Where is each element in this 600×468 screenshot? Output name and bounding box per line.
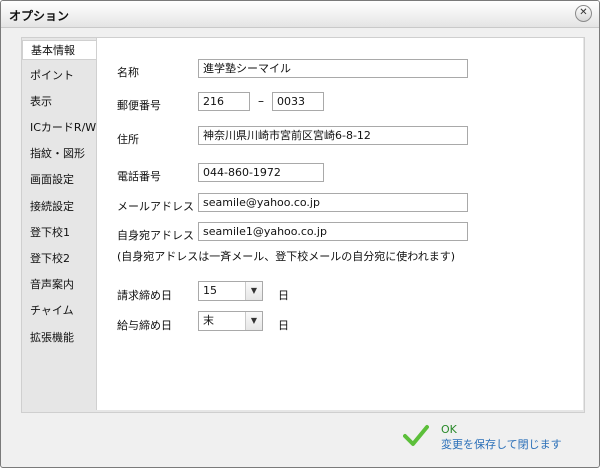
sidebar-item-attendance-1[interactable]: 登下校1 [22,223,96,243]
sidebar-item-connection-settings[interactable]: 接続設定 [22,197,96,217]
self-mail-field[interactable]: seamile1@yahoo.co.jp [198,222,468,241]
check-icon [403,425,429,446]
basic-info-content: 名称 進学塾シーマイル 郵便番号 216 – 0033 住所 神奈川県川崎市宮前… [96,38,583,410]
name-label: 名称 [117,66,139,79]
ok-button[interactable]: OK 変更を保存して閉じます [401,421,581,457]
salary-close-select[interactable]: 末 ▼ [198,311,263,331]
sidebar-item-chime[interactable]: チャイム [22,301,96,321]
chevron-down-icon: ▼ [245,312,262,330]
sidebar-item-display[interactable]: 表示 [22,92,96,112]
ok-sublabel: 変更を保存して閉じます [441,438,562,451]
mail-label: メールアドレス [117,200,194,213]
billing-close-value: 15 [203,284,217,297]
sidebar-item-screen-settings[interactable]: 画面設定 [22,170,96,190]
address-field[interactable]: 神奈川県川崎市宮前区宮崎6-8-12 [198,126,468,145]
window-title: オプション [9,9,70,23]
self-mail-note: (自身宛アドレスは一斉メール、登下校メールの自分宛に使われます) [117,250,456,263]
salary-close-unit: 日 [278,319,289,332]
sidebar-item-attendance-2[interactable]: 登下校2 [22,249,96,269]
postal-label: 郵便番号 [117,99,161,112]
postal-code-1-field[interactable]: 216 [198,92,250,111]
billing-close-unit: 日 [278,289,289,302]
sidebar-item-ic-card[interactable]: ICカードR/W [22,118,96,138]
phone-label: 電話番号 [117,170,161,183]
self-mail-label: 自身宛アドレス [117,229,194,242]
title-bar: オプション ✕ [1,1,599,28]
address-label: 住所 [117,133,139,146]
options-window: オプション ✕ 基本情報 ポイント 表示 ICカードR/W 指紋・図形 画面設定… [0,0,600,468]
chevron-down-icon: ▼ [245,282,262,300]
sidebar-item-extensions[interactable]: 拡張機能 [22,328,96,348]
postal-dash: – [258,94,264,108]
name-field[interactable]: 進学塾シーマイル [198,59,468,78]
sidebar-item-fingerprint[interactable]: 指紋・図形 [22,144,96,164]
ok-label: OK [441,423,457,436]
billing-close-select[interactable]: 15 ▼ [198,281,263,301]
salary-close-label: 給与締め日 [117,319,172,332]
sidebar-item-basic-info[interactable]: 基本情報 [22,40,98,60]
close-icon: ✕ [579,7,588,18]
salary-close-value: 末 [203,314,214,327]
close-button[interactable]: ✕ [575,5,592,22]
sidebar: 基本情報 ポイント 表示 ICカードR/W 指紋・図形 画面設定 接続設定 登下… [22,38,98,410]
sidebar-item-voice-guide[interactable]: 音声案内 [22,275,96,295]
sidebar-item-points[interactable]: ポイント [22,66,96,86]
mail-field[interactable]: seamile@yahoo.co.jp [198,193,468,212]
postal-code-2-field[interactable]: 0033 [272,92,324,111]
phone-field[interactable]: 044-860-1972 [198,163,324,182]
billing-close-label: 請求締め日 [117,289,172,302]
